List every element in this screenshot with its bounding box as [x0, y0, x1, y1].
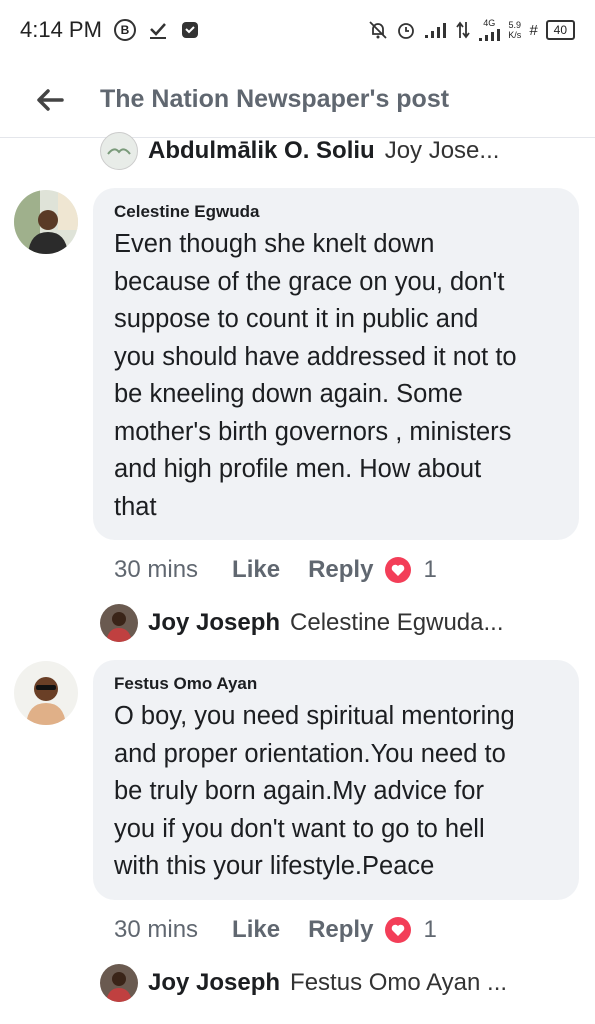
comment-actions: 30 mins Like Reply 1 [114, 910, 437, 950]
reply-button[interactable]: Reply [308, 916, 373, 944]
reply-snippet: Joy Jose... [384, 137, 500, 164]
reaction-count[interactable]: 1 [423, 556, 436, 584]
reply-avatar [100, 132, 138, 170]
comment-bubble[interactable]: Festus Omo Ayan O boy, you need spiritua… [93, 660, 579, 900]
signal-icon [424, 21, 448, 39]
comment-author[interactable]: Festus Omo Ayan [114, 674, 559, 694]
alarm-icon [396, 20, 416, 40]
4g-signal-icon: 4G [478, 18, 501, 42]
b-circle-icon: B [113, 19, 136, 41]
data-arrows-icon [456, 21, 471, 39]
comment-line: O boy, you need spiritual mentoring [114, 702, 515, 730]
hashtag-icon: # [529, 21, 538, 39]
reply-author: Joy Joseph [148, 969, 281, 996]
comment-line: be truly born again.My advice for [114, 777, 484, 805]
back-arrow-icon [37, 88, 64, 111]
reply-avatar [100, 964, 138, 1002]
love-reaction-icon[interactable] [385, 917, 412, 943]
reply-preview[interactable]: Joy Joseph Celestine Egwuda... [100, 600, 580, 646]
reply-preview[interactable]: Joy Joseph Festus Omo Ayan ... [100, 960, 580, 1006]
comment-line: because of the grace on you, don't [114, 267, 505, 296]
love-reaction-icon[interactable] [385, 557, 412, 583]
comment-line: and high profile men. How about [114, 455, 482, 483]
status-time: 4:14 PM [20, 17, 102, 42]
comment-time[interactable]: 30 mins [114, 916, 198, 944]
comment-line: you should have addressed it not to [114, 342, 517, 371]
app-bar: The Nation Newspaper's post [0, 62, 595, 138]
reply-author: Abdulmālik O. Soliu [148, 137, 375, 164]
comment-line: suppose to count it in public and [114, 305, 479, 333]
like-button[interactable]: Like [232, 916, 280, 944]
avatar[interactable] [14, 661, 78, 725]
reaction-count[interactable]: 1 [423, 916, 436, 944]
avatar[interactable] [14, 190, 78, 254]
comment-time[interactable]: 30 mins [114, 556, 198, 584]
mute-icon [368, 20, 388, 40]
battery-icon: 40 [545, 20, 575, 40]
comment-line: be kneeling down again. Some [114, 380, 463, 408]
comment-bubble[interactable]: Celestine Egwuda Even though she knelt d… [93, 188, 579, 540]
chat-app-icon [180, 20, 200, 40]
network-speed: 5.9 K/s [508, 20, 522, 40]
reply-button[interactable]: Reply [308, 556, 373, 584]
comment-actions: 30 mins Like Reply 1 [114, 550, 437, 590]
comment-author[interactable]: Celestine Egwuda [114, 202, 559, 222]
like-button[interactable]: Like [232, 556, 280, 584]
comment-line: you if you don't want to go to hell [114, 814, 485, 843]
comment-text: Even though she knelt down because of th… [114, 226, 559, 526]
comment-line: mother's birth governors , ministers [114, 417, 512, 446]
comment-line: and proper orientation.You need to [114, 739, 506, 768]
reply-snippet: Celestine Egwuda... [290, 609, 504, 636]
page-title: The Nation Newspaper's post [100, 85, 450, 113]
status-bar: 4:14 PM B 4G 5.9 K/s # 40 [0, 0, 595, 60]
reply-snippet: Festus Omo Ayan ... [290, 969, 508, 996]
reply-preview[interactable]: Abdulmālik O. Soliu Joy Jose... [100, 128, 580, 174]
comment-line: that [114, 492, 157, 521]
comment-line: with this your lifestyle.Peace [114, 852, 435, 880]
comment-text: O boy, you need spiritual mentoring and … [114, 698, 559, 886]
reply-avatar [100, 604, 138, 642]
download-check-icon [148, 20, 168, 40]
comment-line: Even though she knelt down [114, 230, 435, 258]
back-button[interactable] [0, 84, 100, 116]
reply-author: Joy Joseph [148, 609, 281, 636]
